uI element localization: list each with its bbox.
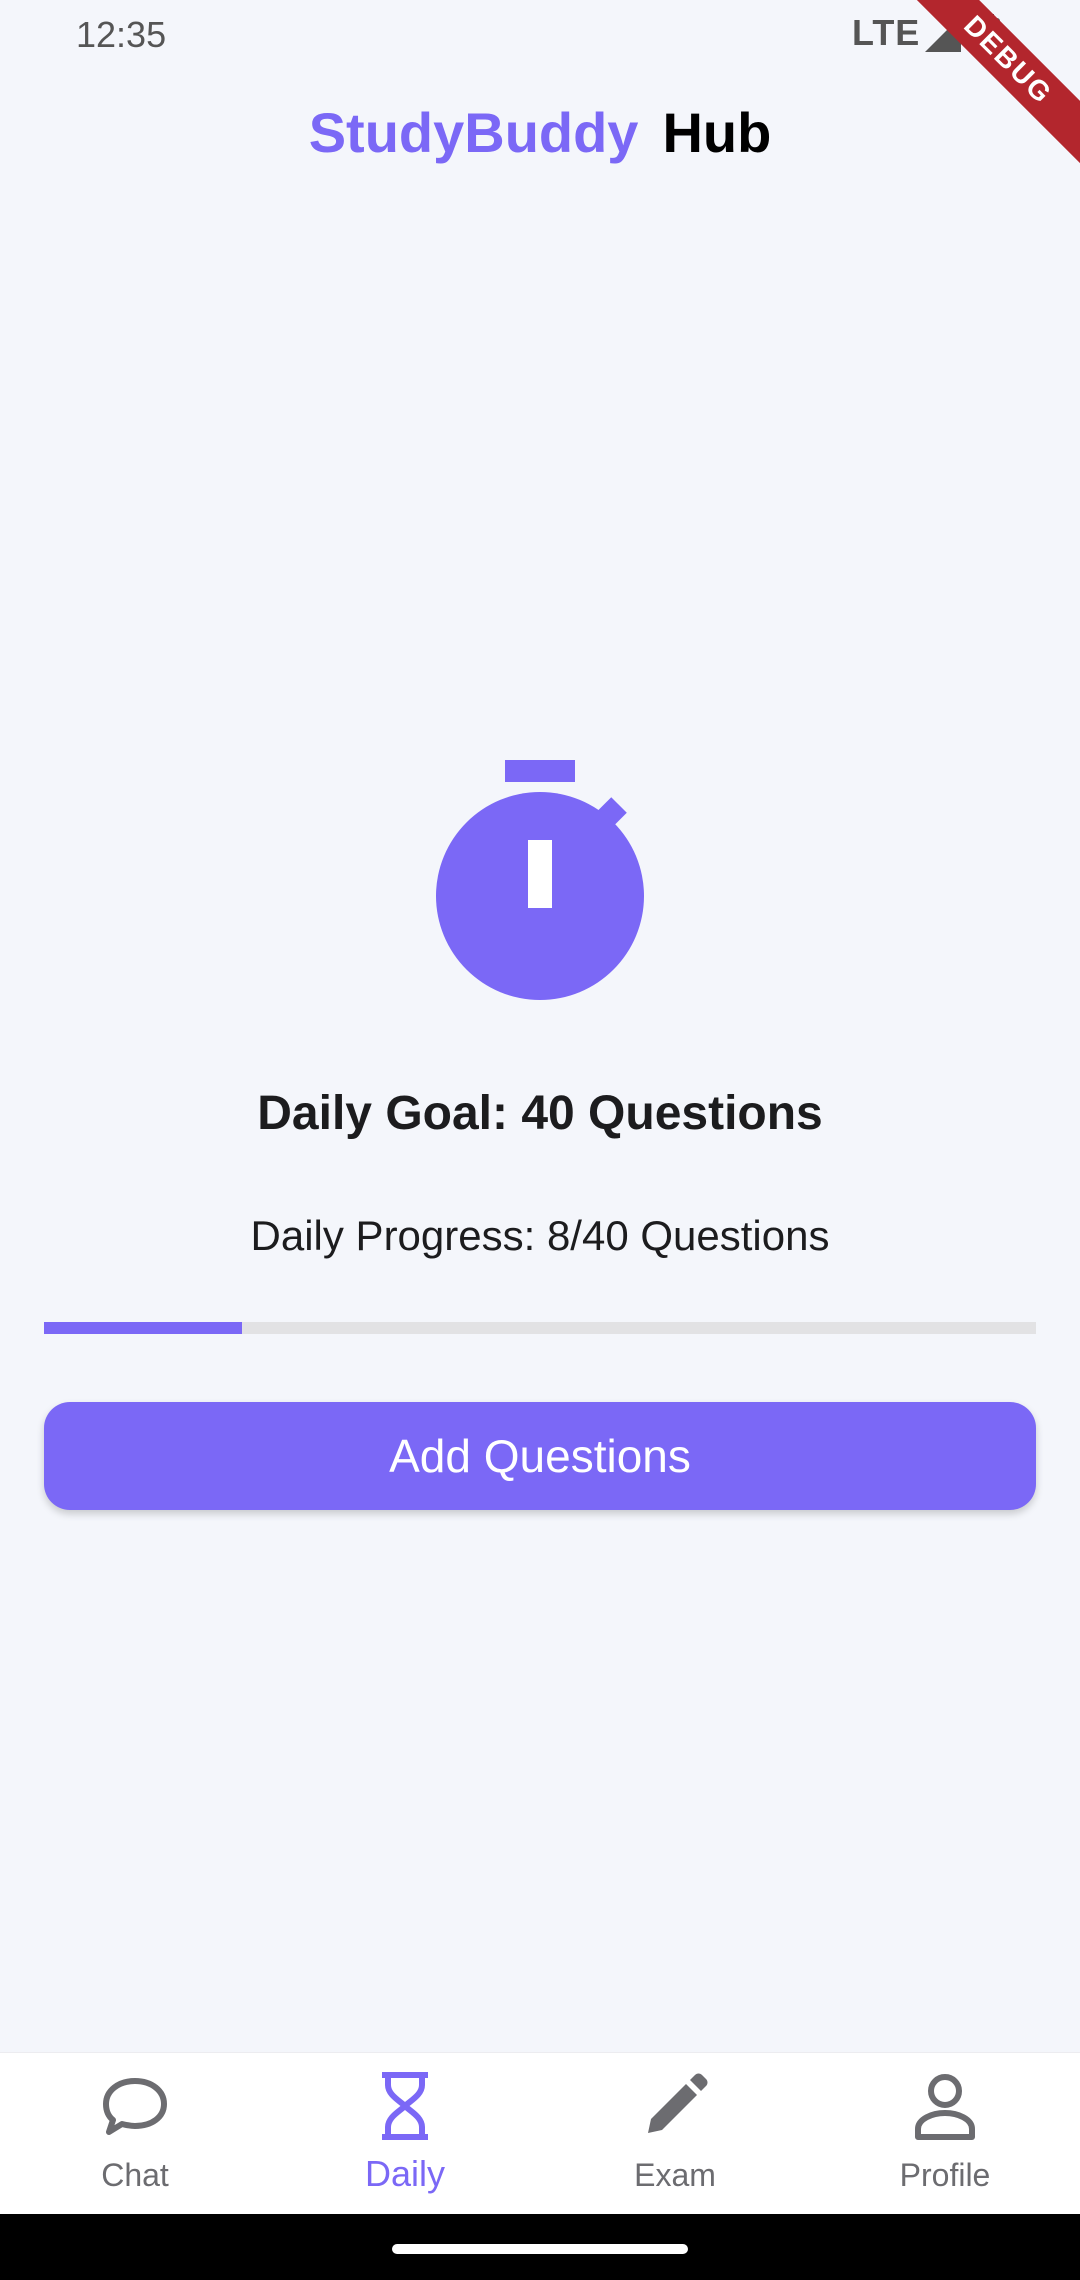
signal-icon	[925, 16, 961, 52]
status-bar: 12:35 LTE	[0, 0, 1080, 70]
daily-progress-text: Daily Progress: 8/40 Questions	[250, 1212, 830, 1259]
network-type: LTE	[852, 12, 921, 53]
title-suffix: Hub	[662, 101, 772, 164]
bottom-nav: Chat Daily Exam Profile	[0, 2052, 1080, 2215]
stopwatch-icon	[436, 760, 644, 1000]
nav-label-profile: Profile	[899, 2157, 991, 2193]
nav-label-chat: Chat	[101, 2157, 169, 2193]
nav-label-exam: Exam	[634, 2157, 716, 2193]
status-time: 12:35	[76, 14, 167, 55]
home-gesture-pill[interactable]	[392, 2244, 688, 2254]
nav-item-daily[interactable]: Daily	[270, 2053, 540, 2215]
hourglass-icon	[382, 2072, 428, 2140]
chat-bubble-icon	[103, 2078, 167, 2135]
title-brand: StudyBuddy	[308, 101, 639, 164]
pencil-icon	[648, 2073, 708, 2133]
add-questions-button[interactable]: Add Questions	[44, 1402, 1036, 1510]
daily-goal-text: Daily Goal: 40 Questions	[257, 1087, 823, 1140]
app-bar-title: StudyBuddy Hub	[0, 100, 1080, 165]
battery-icon	[978, 14, 1000, 50]
nav-item-profile[interactable]: Profile	[810, 2053, 1080, 2215]
person-icon	[915, 2074, 975, 2140]
progress-bar	[44, 1322, 1036, 1334]
progress-bar-fill	[44, 1322, 243, 1334]
nav-item-exam[interactable]: Exam	[540, 2053, 810, 2215]
nav-item-chat[interactable]: Chat	[0, 2053, 270, 2215]
system-gesture-bar	[0, 2214, 1080, 2280]
nav-label-daily: Daily	[364, 2153, 445, 2194]
